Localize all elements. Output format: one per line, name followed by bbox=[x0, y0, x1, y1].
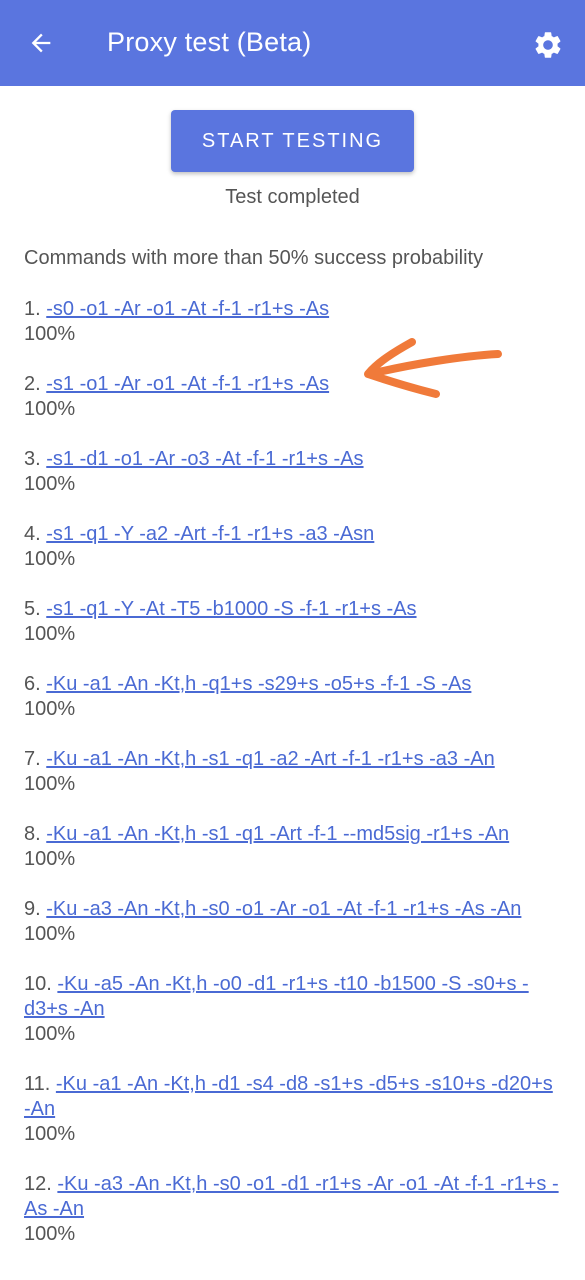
result-number: 7. bbox=[24, 748, 41, 770]
result-percent: 100% bbox=[24, 923, 76, 945]
result-item: 5. -s1 -q1 -Y -At -T5 -b1000 -S -f-1 -r1… bbox=[24, 597, 564, 647]
result-item: 9. -Ku -a3 -An -Kt,h -s0 -o1 -Ar -o1 -At… bbox=[24, 897, 564, 947]
back-button[interactable] bbox=[22, 24, 60, 62]
result-number: 11. bbox=[24, 1073, 51, 1095]
result-item: 3. -s1 -d1 -o1 -Ar -o3 -At -f-1 -r1+s -A… bbox=[24, 447, 564, 497]
result-command-link[interactable]: -Ku -a3 -An -Kt,h -s0 -o1 -d1 -r1+s -Ar … bbox=[24, 1173, 559, 1220]
result-percent: 100% bbox=[24, 548, 76, 570]
result-item: 8. -Ku -a1 -An -Kt,h -s1 -q1 -Art -f-1 -… bbox=[24, 822, 564, 872]
result-percent: 100% bbox=[24, 773, 76, 795]
result-percent: 100% bbox=[24, 473, 76, 495]
result-command-link[interactable]: -Ku -a1 -An -Kt,h -s1 -q1 -Art -f-1 --md… bbox=[46, 823, 509, 845]
result-number: 5. bbox=[24, 598, 41, 620]
result-command-link[interactable]: -s1 -o1 -Ar -o1 -At -f-1 -r1+s -As bbox=[46, 373, 329, 395]
arrow-back-icon bbox=[31, 33, 51, 53]
result-number: 1. bbox=[24, 298, 41, 320]
result-number: 2. bbox=[24, 373, 41, 395]
result-number: 6. bbox=[24, 673, 41, 695]
result-number: 10. bbox=[24, 973, 52, 995]
result-command-link[interactable]: -Ku -a1 -An -Kt,h -d1 -s4 -d8 -s1+s -d5+… bbox=[24, 1073, 553, 1120]
result-command-link[interactable]: -Ku -a3 -An -Kt,h -s0 -o1 -Ar -o1 -At -f… bbox=[46, 898, 521, 920]
result-percent: 100% bbox=[24, 1023, 76, 1045]
page-title: Proxy test (Beta) bbox=[107, 27, 312, 57]
result-number: 12. bbox=[24, 1173, 52, 1195]
result-item: 2. -s1 -o1 -Ar -o1 -At -f-1 -r1+s -As 100… bbox=[24, 372, 564, 422]
start-testing-button[interactable]: START TESTING bbox=[171, 110, 414, 172]
result-command-link[interactable]: -Ku -a1 -An -Kt,h -s1 -q1 -a2 -Art -f-1 … bbox=[46, 748, 494, 770]
result-number: 8. bbox=[24, 823, 41, 845]
result-item: 1. -s0 -o1 -Ar -o1 -At -f-1 -r1+s -As 100… bbox=[24, 297, 564, 347]
settings-button[interactable] bbox=[530, 27, 566, 63]
test-status: Test completed bbox=[225, 186, 360, 208]
result-number: 4. bbox=[24, 523, 41, 545]
result-number: 3. bbox=[24, 448, 41, 470]
result-percent: 100% bbox=[24, 323, 76, 345]
result-percent: 100% bbox=[24, 1123, 76, 1145]
result-item: 7. -Ku -a1 -An -Kt,h -s1 -q1 -a2 -Art -f… bbox=[24, 747, 564, 797]
result-number: 9. bbox=[24, 898, 41, 920]
result-command-link[interactable]: -s1 -q1 -Y -At -T5 -b1000 -S -f-1 -r1+s … bbox=[46, 598, 416, 620]
result-item: 10. -Ku -a5 -An -Kt,h -o0 -d1 -r1+s -t10… bbox=[24, 972, 564, 1047]
result-percent: 100% bbox=[24, 848, 76, 870]
results-heading: Commands with more than 50% success prob… bbox=[24, 247, 484, 269]
result-command-link[interactable]: -s1 -d1 -o1 -Ar -o3 -At -f-1 -r1+s -As bbox=[46, 448, 363, 470]
result-item: 11. -Ku -a1 -An -Kt,h -d1 -s4 -d8 -s1+s … bbox=[24, 1072, 564, 1147]
gear-icon bbox=[535, 32, 561, 58]
result-percent: 100% bbox=[24, 698, 76, 720]
result-command-link[interactable]: -s0 -o1 -Ar -o1 -At -f-1 -r1+s -As bbox=[46, 298, 329, 320]
result-percent: 100% bbox=[24, 623, 76, 645]
app-bar: Proxy test (Beta) bbox=[0, 0, 585, 86]
result-item: 6. -Ku -a1 -An -Kt,h -q1+s -s29+s -o5+s … bbox=[24, 672, 564, 722]
result-percent: 100% bbox=[24, 398, 76, 420]
result-command-link[interactable]: -Ku -a5 -An -Kt,h -o0 -d1 -r1+s -t10 -b1… bbox=[24, 973, 529, 1020]
result-command-link[interactable]: -Ku -a1 -An -Kt,h -q1+s -s29+s -o5+s -f-… bbox=[46, 673, 471, 695]
result-item: 4. -s1 -q1 -Y -a2 -Art -f-1 -r1+s -a3 -A… bbox=[24, 522, 564, 572]
result-percent: 100% bbox=[24, 1223, 76, 1245]
result-command-link[interactable]: -s1 -q1 -Y -a2 -Art -f-1 -r1+s -a3 -Asn bbox=[46, 523, 374, 545]
result-item: 12. -Ku -a3 -An -Kt,h -s0 -o1 -d1 -r1+s … bbox=[24, 1172, 564, 1247]
